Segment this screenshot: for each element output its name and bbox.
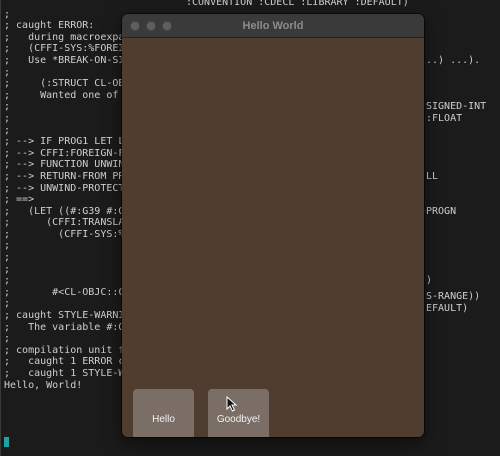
terminal-fragment-line26: EFAULT): [426, 303, 469, 314]
terminal-fragment-line13: LL: [426, 171, 439, 182]
hello-world-window[interactable]: Hello World Hello Goodbye!: [122, 14, 424, 437]
window-titlebar[interactable]: Hello World: [122, 14, 424, 38]
terminal-fragment-line8: SIGNED-INT: [426, 101, 487, 113]
terminal-fragment-line4: ..) ...).: [426, 55, 481, 66]
terminal-fragment-line25: S-RANGE)): [426, 291, 481, 302]
hello-button[interactable]: Hello: [133, 389, 194, 437]
window-content: Hello Goodbye!: [122, 38, 424, 437]
terminal-fragment-line9: :FLOAT: [426, 113, 463, 124]
mouse-pointer-icon: [226, 396, 238, 412]
terminal-fragment-line24: ): [426, 275, 433, 287]
terminal-fragment-line16: PROGN: [426, 205, 457, 217]
terminal-fragment-top: :CONVENTION :CDECL :LIBRARY :DEFAULT): [186, 0, 409, 8]
terminal-cursor: [4, 437, 9, 447]
window-title: Hello World: [242, 20, 304, 32]
